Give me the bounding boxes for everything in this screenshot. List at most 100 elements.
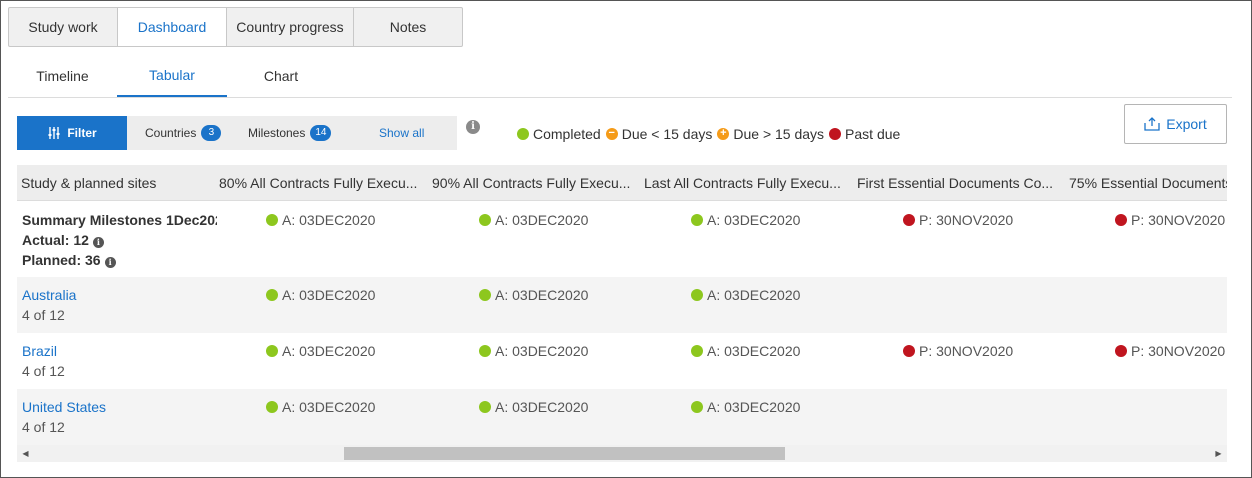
completed-dot-icon <box>691 214 703 226</box>
summary-actual: Actual: 12 i <box>22 232 104 248</box>
summary-actual-text: Actual: 12 <box>22 232 89 248</box>
milestone-cell: A: 03DEC2020 <box>479 343 588 359</box>
column-header-sites[interactable]: Study & planned sites <box>21 165 211 201</box>
milestone-date: P: 30NOV2020 <box>1131 212 1226 228</box>
milestone-date: A: 03DEC2020 <box>707 212 801 228</box>
table-row: United States 4 of 12 A: 03DEC2020 A: 03… <box>17 389 1227 445</box>
milestone-cell: A: 03DEC2020 <box>479 287 588 303</box>
view-tab-bar: Timeline Tabular Chart <box>8 55 1232 98</box>
past-due-dot-icon <box>1115 214 1127 226</box>
milestone-date: A: 03DEC2020 <box>495 399 589 415</box>
summary-title: Summary Milestones 1Dec2020 <box>22 212 217 228</box>
table-header: Study & planned sites 80% All Contracts … <box>17 165 1227 201</box>
site-link-brazil[interactable]: Brazil <box>22 343 57 359</box>
milestone-date: A: 03DEC2020 <box>707 399 801 415</box>
milestone-cell: A: 03DEC2020 <box>479 212 588 228</box>
site-link-united-states[interactable]: United States <box>22 399 106 415</box>
legend-past-due: Past due <box>829 126 900 142</box>
table-row: Australia 4 of 12 A: 03DEC2020 A: 03DEC2… <box>17 277 1227 333</box>
milestone-cell: A: 03DEC2020 <box>266 343 375 359</box>
milestone-cell: A: 03DEC2020 <box>266 399 375 415</box>
tab-study-work[interactable]: Study work <box>8 7 118 47</box>
info-icon[interactable]: i <box>466 120 480 134</box>
milestones-filter[interactable]: Milestones 14 <box>248 116 332 150</box>
app-frame: Study work Dashboard Country progress No… <box>0 0 1252 478</box>
export-icon <box>1144 117 1160 131</box>
milestone-cell: A: 03DEC2020 <box>266 212 375 228</box>
legend-due-later: + Due > 15 days <box>717 126 824 142</box>
milestone-cell: P: 30NOV2020 <box>1115 343 1225 359</box>
column-header[interactable]: First Essential Documents Co... <box>857 165 1061 201</box>
milestone-date: P: 30NOV2020 <box>1131 343 1226 359</box>
countries-label: Countries <box>145 126 197 140</box>
milestone-cell: P: 30NOV2020 <box>903 343 1013 359</box>
completed-dot-icon <box>266 214 278 226</box>
export-label: Export <box>1166 116 1207 132</box>
completed-dot-icon <box>266 289 278 301</box>
legend-due-soon: − Due < 15 days <box>605 126 712 142</box>
milestone-date: P: 30NOV2020 <box>919 212 1014 228</box>
milestone-date: A: 03DEC2020 <box>282 399 376 415</box>
milestone-date: A: 03DEC2020 <box>707 343 801 359</box>
milestone-date: A: 03DEC2020 <box>495 212 589 228</box>
summary-row: Summary Milestones 1Dec2020 Actual: 12 i … <box>17 202 1227 277</box>
milestone-cell: A: 03DEC2020 <box>266 287 375 303</box>
sliders-icon <box>48 127 60 139</box>
milestone-cell: A: 03DEC2020 <box>691 287 800 303</box>
milestone-date: A: 03DEC2020 <box>495 287 589 303</box>
filter-button[interactable]: Filter <box>17 116 127 150</box>
column-header[interactable]: Last All Contracts Fully Execu... <box>644 165 848 201</box>
past-due-dot-icon <box>903 214 915 226</box>
tab-chart[interactable]: Chart <box>227 55 335 97</box>
horizontal-scrollbar[interactable]: ◀ ▶ <box>17 445 1227 462</box>
show-all-link[interactable]: Show all <box>379 116 424 150</box>
column-header[interactable]: 80% All Contracts Fully Execu... <box>219 165 423 201</box>
milestone-table: Study & planned sites 80% All Contracts … <box>17 165 1227 445</box>
site-link-australia[interactable]: Australia <box>22 287 76 303</box>
info-icon[interactable]: i <box>104 257 116 268</box>
completed-dot-icon <box>517 128 529 140</box>
column-header[interactable]: 75% Essential Documents <box>1069 165 1227 201</box>
site-progress: 4 of 12 <box>22 307 65 323</box>
tab-dashboard[interactable]: Dashboard <box>117 7 227 47</box>
milestone-date: A: 03DEC2020 <box>282 343 376 359</box>
summary-planned-text: Planned: 36 <box>22 252 101 268</box>
summary-planned: Planned: 36 i <box>22 252 116 268</box>
info-icon[interactable]: i <box>92 237 104 248</box>
milestone-date: A: 03DEC2020 <box>282 287 376 303</box>
export-button[interactable]: Export <box>1124 104 1227 144</box>
past-due-dot-icon <box>1115 345 1127 357</box>
column-header[interactable]: 90% All Contracts Fully Execu... <box>432 165 636 201</box>
milestone-cell: P: 30NOV2020 <box>1115 212 1225 228</box>
scroll-left-arrow-icon[interactable]: ◀ <box>17 445 34 462</box>
legend-past-due-label: Past due <box>845 126 901 142</box>
completed-dot-icon <box>479 214 491 226</box>
countries-filter[interactable]: Countries 3 <box>145 116 222 150</box>
tab-timeline[interactable]: Timeline <box>8 55 117 97</box>
minus-circle-icon: − <box>605 128 618 140</box>
past-due-dot-icon <box>903 345 915 357</box>
completed-dot-icon <box>691 289 703 301</box>
top-tab-bar: Study work Dashboard Country progress No… <box>8 7 463 47</box>
tab-country-progress[interactable]: Country progress <box>226 7 354 47</box>
milestone-date: A: 03DEC2020 <box>495 343 589 359</box>
completed-dot-icon <box>266 345 278 357</box>
completed-dot-icon <box>691 345 703 357</box>
completed-dot-icon <box>691 401 703 413</box>
plus-circle-icon: + <box>717 128 730 140</box>
legend-completed-label: Completed <box>533 126 601 142</box>
milestone-cell: A: 03DEC2020 <box>691 399 800 415</box>
milestone-date: A: 03DEC2020 <box>707 287 801 303</box>
countries-count-badge: 3 <box>201 125 222 141</box>
milestones-count-badge: 14 <box>310 125 332 141</box>
milestones-label: Milestones <box>248 126 306 140</box>
tab-tabular[interactable]: Tabular <box>117 55 227 97</box>
completed-dot-icon <box>266 401 278 413</box>
milestone-cell: A: 03DEC2020 <box>691 212 800 228</box>
filter-bar: Filter Countries 3 Milestones 14 Show al… <box>17 116 457 150</box>
milestone-date: A: 03DEC2020 <box>282 212 376 228</box>
scroll-right-arrow-icon[interactable]: ▶ <box>1210 445 1227 462</box>
scrollbar-thumb[interactable] <box>344 447 785 460</box>
milestone-date: P: 30NOV2020 <box>919 343 1014 359</box>
tab-notes[interactable]: Notes <box>353 7 463 47</box>
